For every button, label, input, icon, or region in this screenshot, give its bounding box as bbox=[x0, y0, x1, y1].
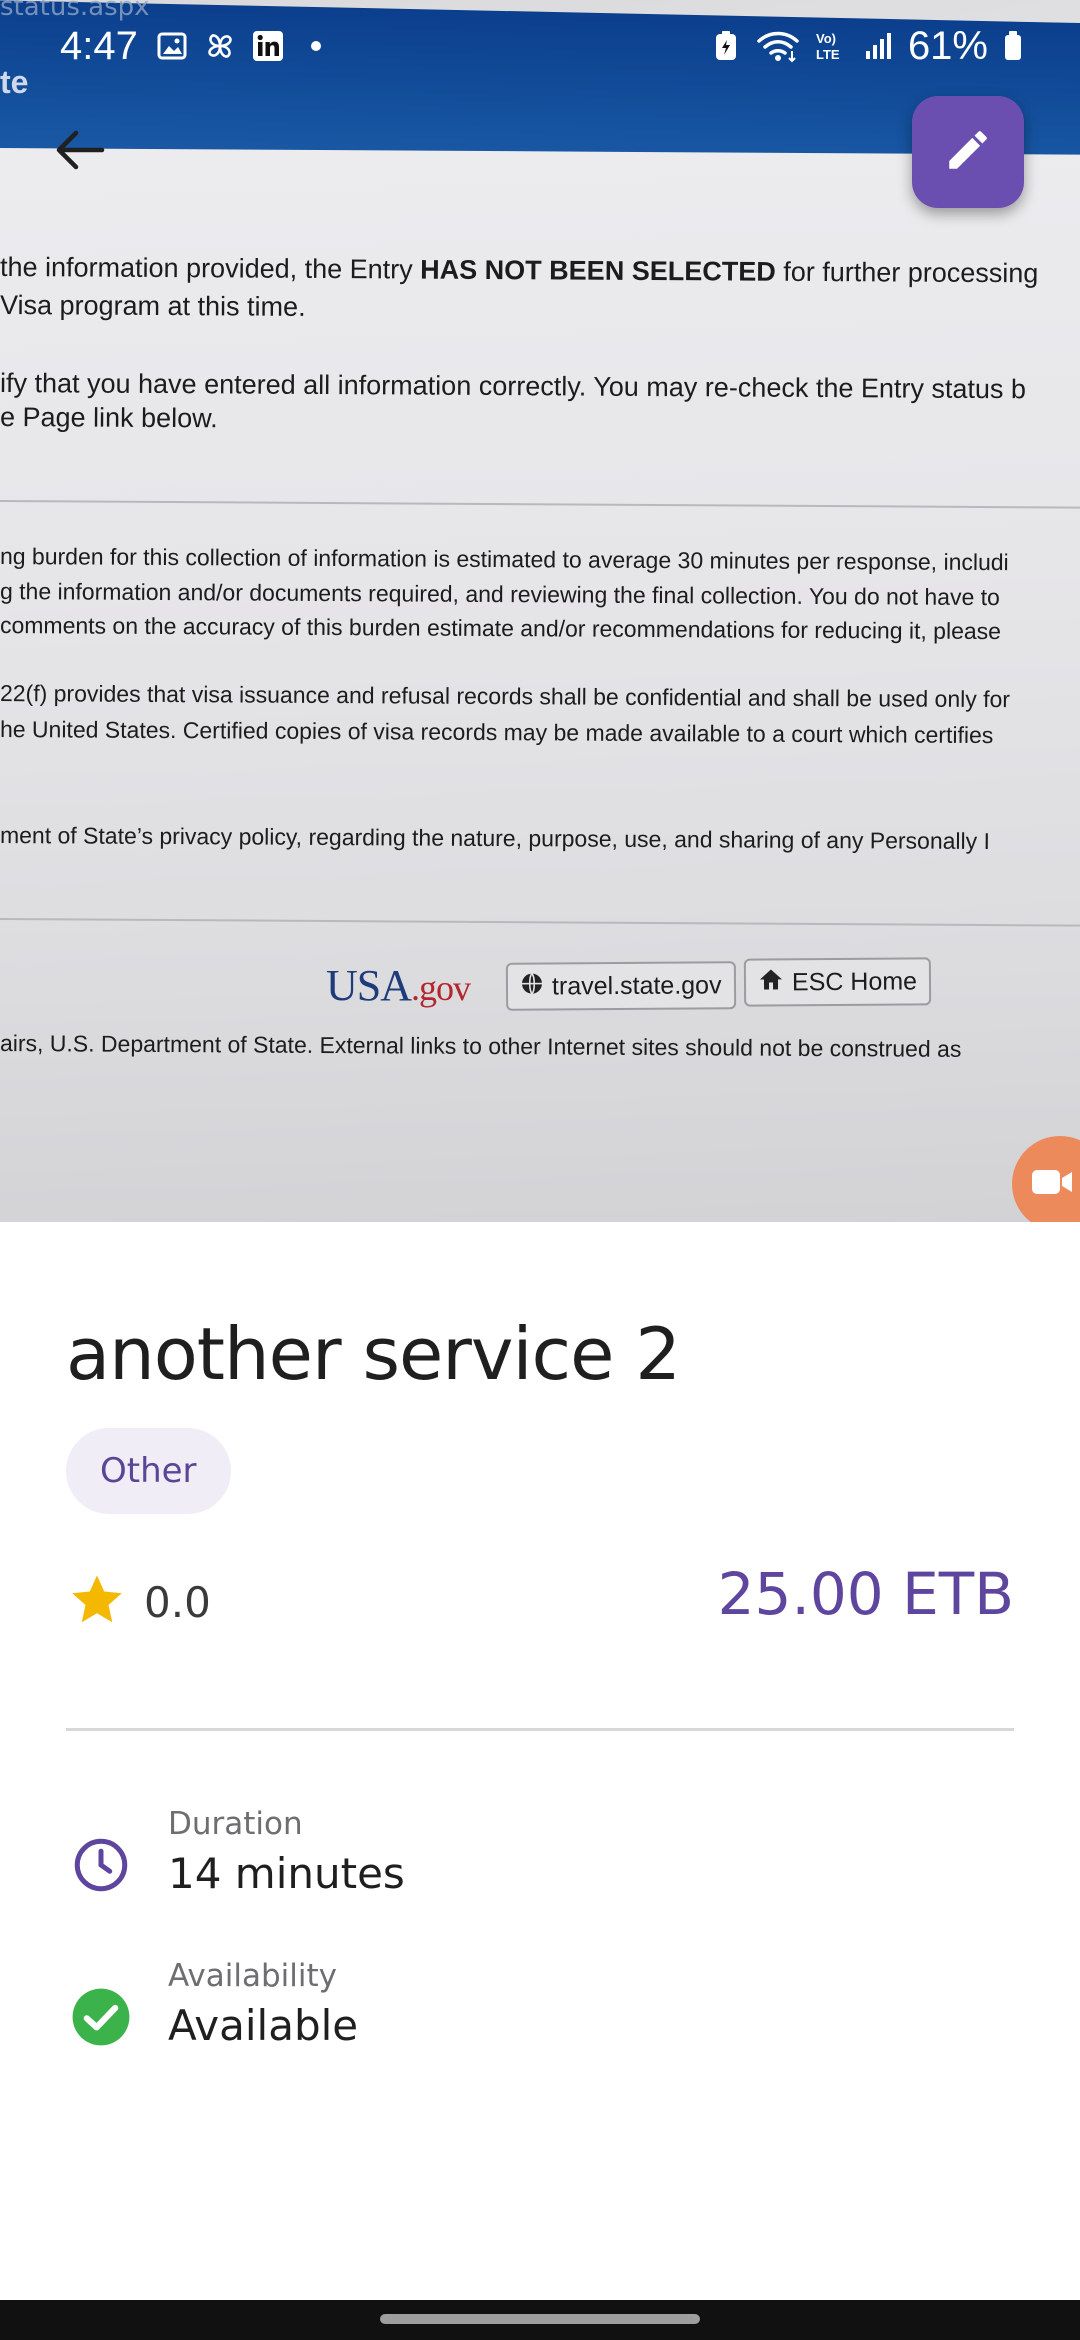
video-camera-icon bbox=[1030, 1167, 1074, 1201]
check-circle-icon bbox=[66, 1982, 136, 2052]
battery-percent: 61% bbox=[907, 24, 988, 68]
edit-button[interactable] bbox=[912, 96, 1024, 208]
system-icons: Vo) LTE 61% bbox=[710, 22, 1024, 70]
status-bar: 4:47 Vo) LTE 61% bbox=[0, 0, 1080, 96]
back-button[interactable] bbox=[48, 120, 112, 184]
photo-text-line: the information provided, the Entry HAS … bbox=[0, 252, 1039, 289]
category-chip: Other bbox=[66, 1428, 231, 1514]
notification-icons bbox=[156, 30, 332, 62]
clock-icon bbox=[66, 1830, 136, 1900]
battery-icon bbox=[1002, 30, 1024, 62]
availability-row: Availability Available bbox=[66, 1954, 358, 2054]
service-title: another service 2 bbox=[66, 1312, 681, 1396]
duration-row: Duration 14 minutes bbox=[66, 1802, 405, 1902]
divider bbox=[66, 1728, 1014, 1731]
availability-label: Availability bbox=[168, 1958, 337, 1994]
navigation-bar bbox=[0, 2300, 1080, 2340]
arrow-left-icon bbox=[54, 128, 106, 176]
duration-value: 14 minutes bbox=[168, 1849, 405, 1898]
photo-link-home-label: ESC Home bbox=[791, 966, 918, 996]
home-icon bbox=[758, 967, 784, 998]
pencil-icon bbox=[943, 125, 993, 179]
svg-text:Vo): Vo) bbox=[816, 31, 836, 46]
signal-icon bbox=[864, 30, 894, 62]
home-gesture-pill[interactable] bbox=[380, 2314, 700, 2324]
battery-saver-icon bbox=[710, 30, 742, 62]
usa-gov-logo: USA.gov bbox=[326, 961, 471, 1010]
gallery-icon bbox=[156, 30, 188, 62]
dot-icon bbox=[300, 30, 332, 62]
photo-link-home: ESC Home bbox=[743, 957, 932, 1007]
availability-value: Available bbox=[168, 2001, 359, 2050]
rating-value: 0.0 bbox=[144, 1577, 211, 1627]
duration-label: Duration bbox=[168, 1806, 303, 1842]
globe-icon bbox=[520, 971, 544, 1002]
pinwheel-icon bbox=[204, 30, 236, 62]
linkedin-icon bbox=[252, 30, 284, 62]
service-price: 25.00 ETB bbox=[717, 1560, 1014, 1628]
rating: 0.0 bbox=[66, 1570, 211, 1634]
svg-text:LTE: LTE bbox=[816, 47, 840, 62]
service-details: another service 2 Other 0.0 25.00 ETB Du… bbox=[0, 1222, 1080, 2300]
photo-text-line: e Page link below. bbox=[0, 402, 218, 434]
wifi-icon bbox=[756, 30, 800, 63]
photo-link-travel: travel.state.gov bbox=[505, 961, 736, 1011]
star-icon bbox=[66, 1570, 128, 1634]
photo-text-line: ify that you have entered all informatio… bbox=[0, 368, 1027, 405]
status-time: 4:47 bbox=[60, 24, 138, 68]
photo-link-travel-label: travel.state.gov bbox=[551, 970, 722, 1000]
photo-text-line: Visa program at this time. bbox=[0, 290, 306, 322]
volte-icon: Vo) LTE bbox=[814, 30, 850, 62]
